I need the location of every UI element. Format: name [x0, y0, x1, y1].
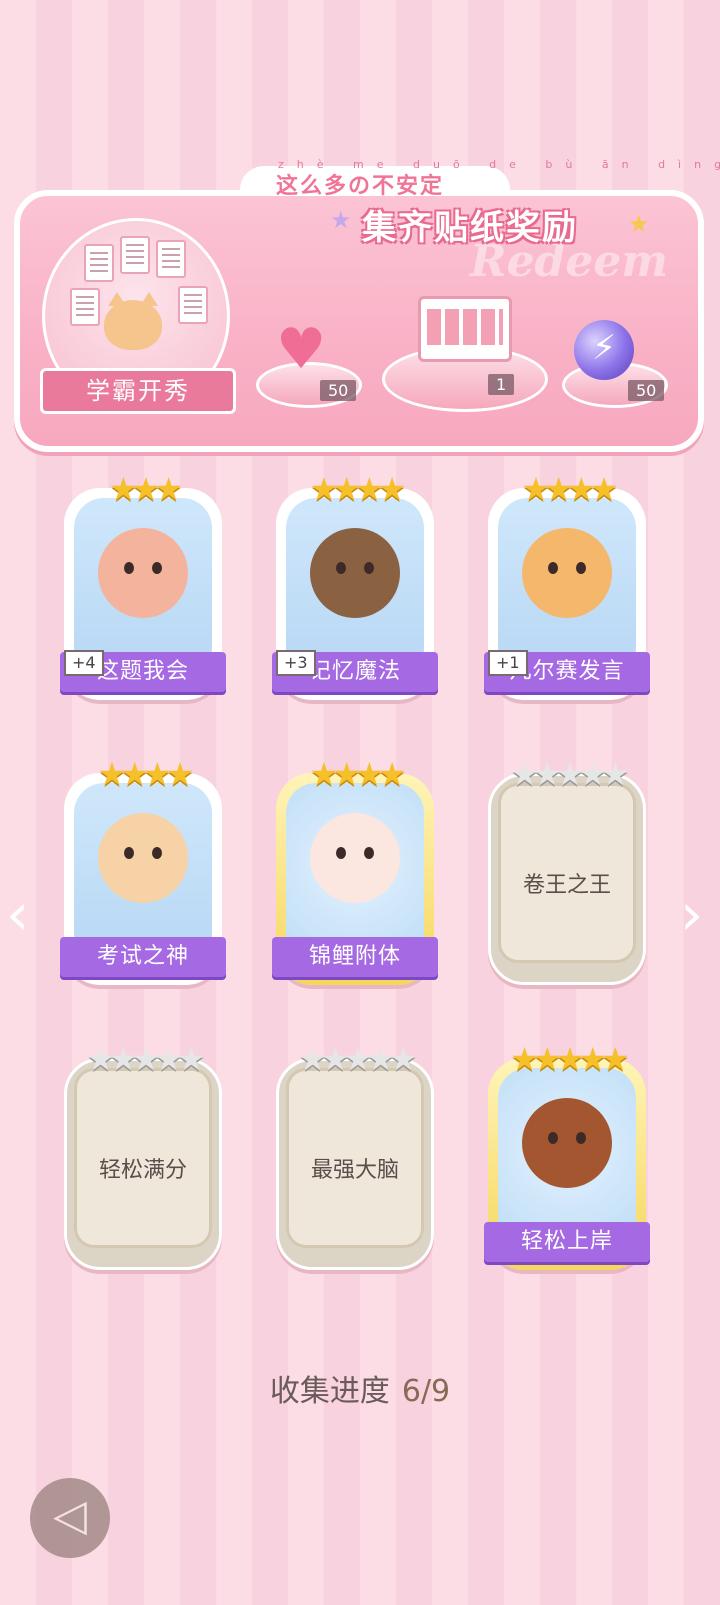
star-icon: ★	[330, 206, 352, 234]
chevron-right-icon[interactable]: ›	[680, 885, 703, 943]
sticker-name: 考试之神	[60, 937, 226, 977]
lion-mic-icon	[522, 528, 612, 618]
sticker-card[interactable]: ★★★ 这题我会 +4	[60, 470, 226, 700]
medal-label: 学霸开秀	[40, 368, 236, 414]
document-icon	[156, 240, 186, 278]
slogan-text: 这么多の不安定	[276, 174, 445, 199]
back-button[interactable]: ◁	[30, 1478, 110, 1558]
chevron-left-icon[interactable]: ‹	[6, 885, 29, 943]
reward-count: 50	[320, 380, 357, 401]
sticker-name: 锦鲤附体	[272, 937, 438, 977]
duplicate-count-badge: +4	[64, 650, 104, 676]
duplicate-count-badge: +3	[276, 650, 316, 676]
sticker-name: 轻松满分	[98, 1158, 187, 1183]
cat-icon	[104, 292, 162, 350]
reward-count: 1	[488, 374, 515, 395]
sticker-card[interactable]: ★★★★★ 卷王之王	[488, 755, 646, 985]
bear-koi-icon	[310, 813, 400, 903]
document-icon	[70, 288, 100, 326]
star-rating: ★★★★★	[86, 1040, 205, 1078]
star-rating: ★★★★	[97, 755, 195, 793]
duplicate-count-badge: +1	[488, 650, 528, 676]
sticker-card[interactable]: ★★★★★ 最强大脑	[276, 1040, 434, 1270]
back-arrow-icon: ◁	[53, 1490, 87, 1541]
star-rating: ★★★★★	[510, 755, 629, 793]
star-rating: ★★★★★	[298, 1040, 417, 1078]
star-rating: ★★★	[108, 470, 183, 508]
star-rating: ★★★★★	[510, 1040, 629, 1078]
star-icon: ★	[628, 210, 650, 238]
document-icon	[84, 244, 114, 282]
reward-title: 集齐贴纸奖励	[362, 208, 578, 248]
star-rating: ★★★★	[309, 470, 407, 508]
collection-progress: 收集进度 6/9	[0, 1366, 720, 1410]
sticker-card[interactable]: ★★★★★ 轻松满分	[64, 1040, 222, 1270]
star-rating: ★★★★	[521, 470, 619, 508]
sticker-card[interactable]: ★★★★ 考试之神	[60, 755, 226, 985]
sticker-card[interactable]: ★★★★ 锦鲤附体	[272, 755, 438, 985]
sticker-name: 轻松上岸	[484, 1222, 650, 1262]
sticker-card[interactable]: ★★★★ 记忆魔法 +3	[272, 470, 438, 700]
document-icon	[178, 286, 208, 324]
star-rating: ★★★★	[309, 755, 407, 793]
document-icon	[120, 236, 150, 274]
heart-gem-icon[interactable]: ♥	[276, 322, 326, 378]
squirrel-graduate-icon	[522, 1098, 612, 1188]
progress-label: 收集进度	[269, 1374, 390, 1409]
reward-count: 50	[628, 380, 665, 401]
sticker-name: 最强大脑	[310, 1158, 399, 1183]
otter-wizard-icon	[310, 528, 400, 618]
sticker-name: 卷王之王	[522, 873, 611, 898]
energy-orb-icon[interactable]: ⚡	[574, 320, 634, 380]
angel-cat-icon	[98, 813, 188, 903]
sticker-card[interactable]: ★★★★★ 轻松上岸	[484, 1040, 650, 1270]
progress-value: 6/9	[401, 1374, 451, 1409]
sticker-card[interactable]: ★★★★ 凡尔赛发言 +1	[484, 470, 650, 700]
bear-desk-icon	[98, 528, 188, 618]
gift-box-icon[interactable]	[418, 296, 512, 362]
